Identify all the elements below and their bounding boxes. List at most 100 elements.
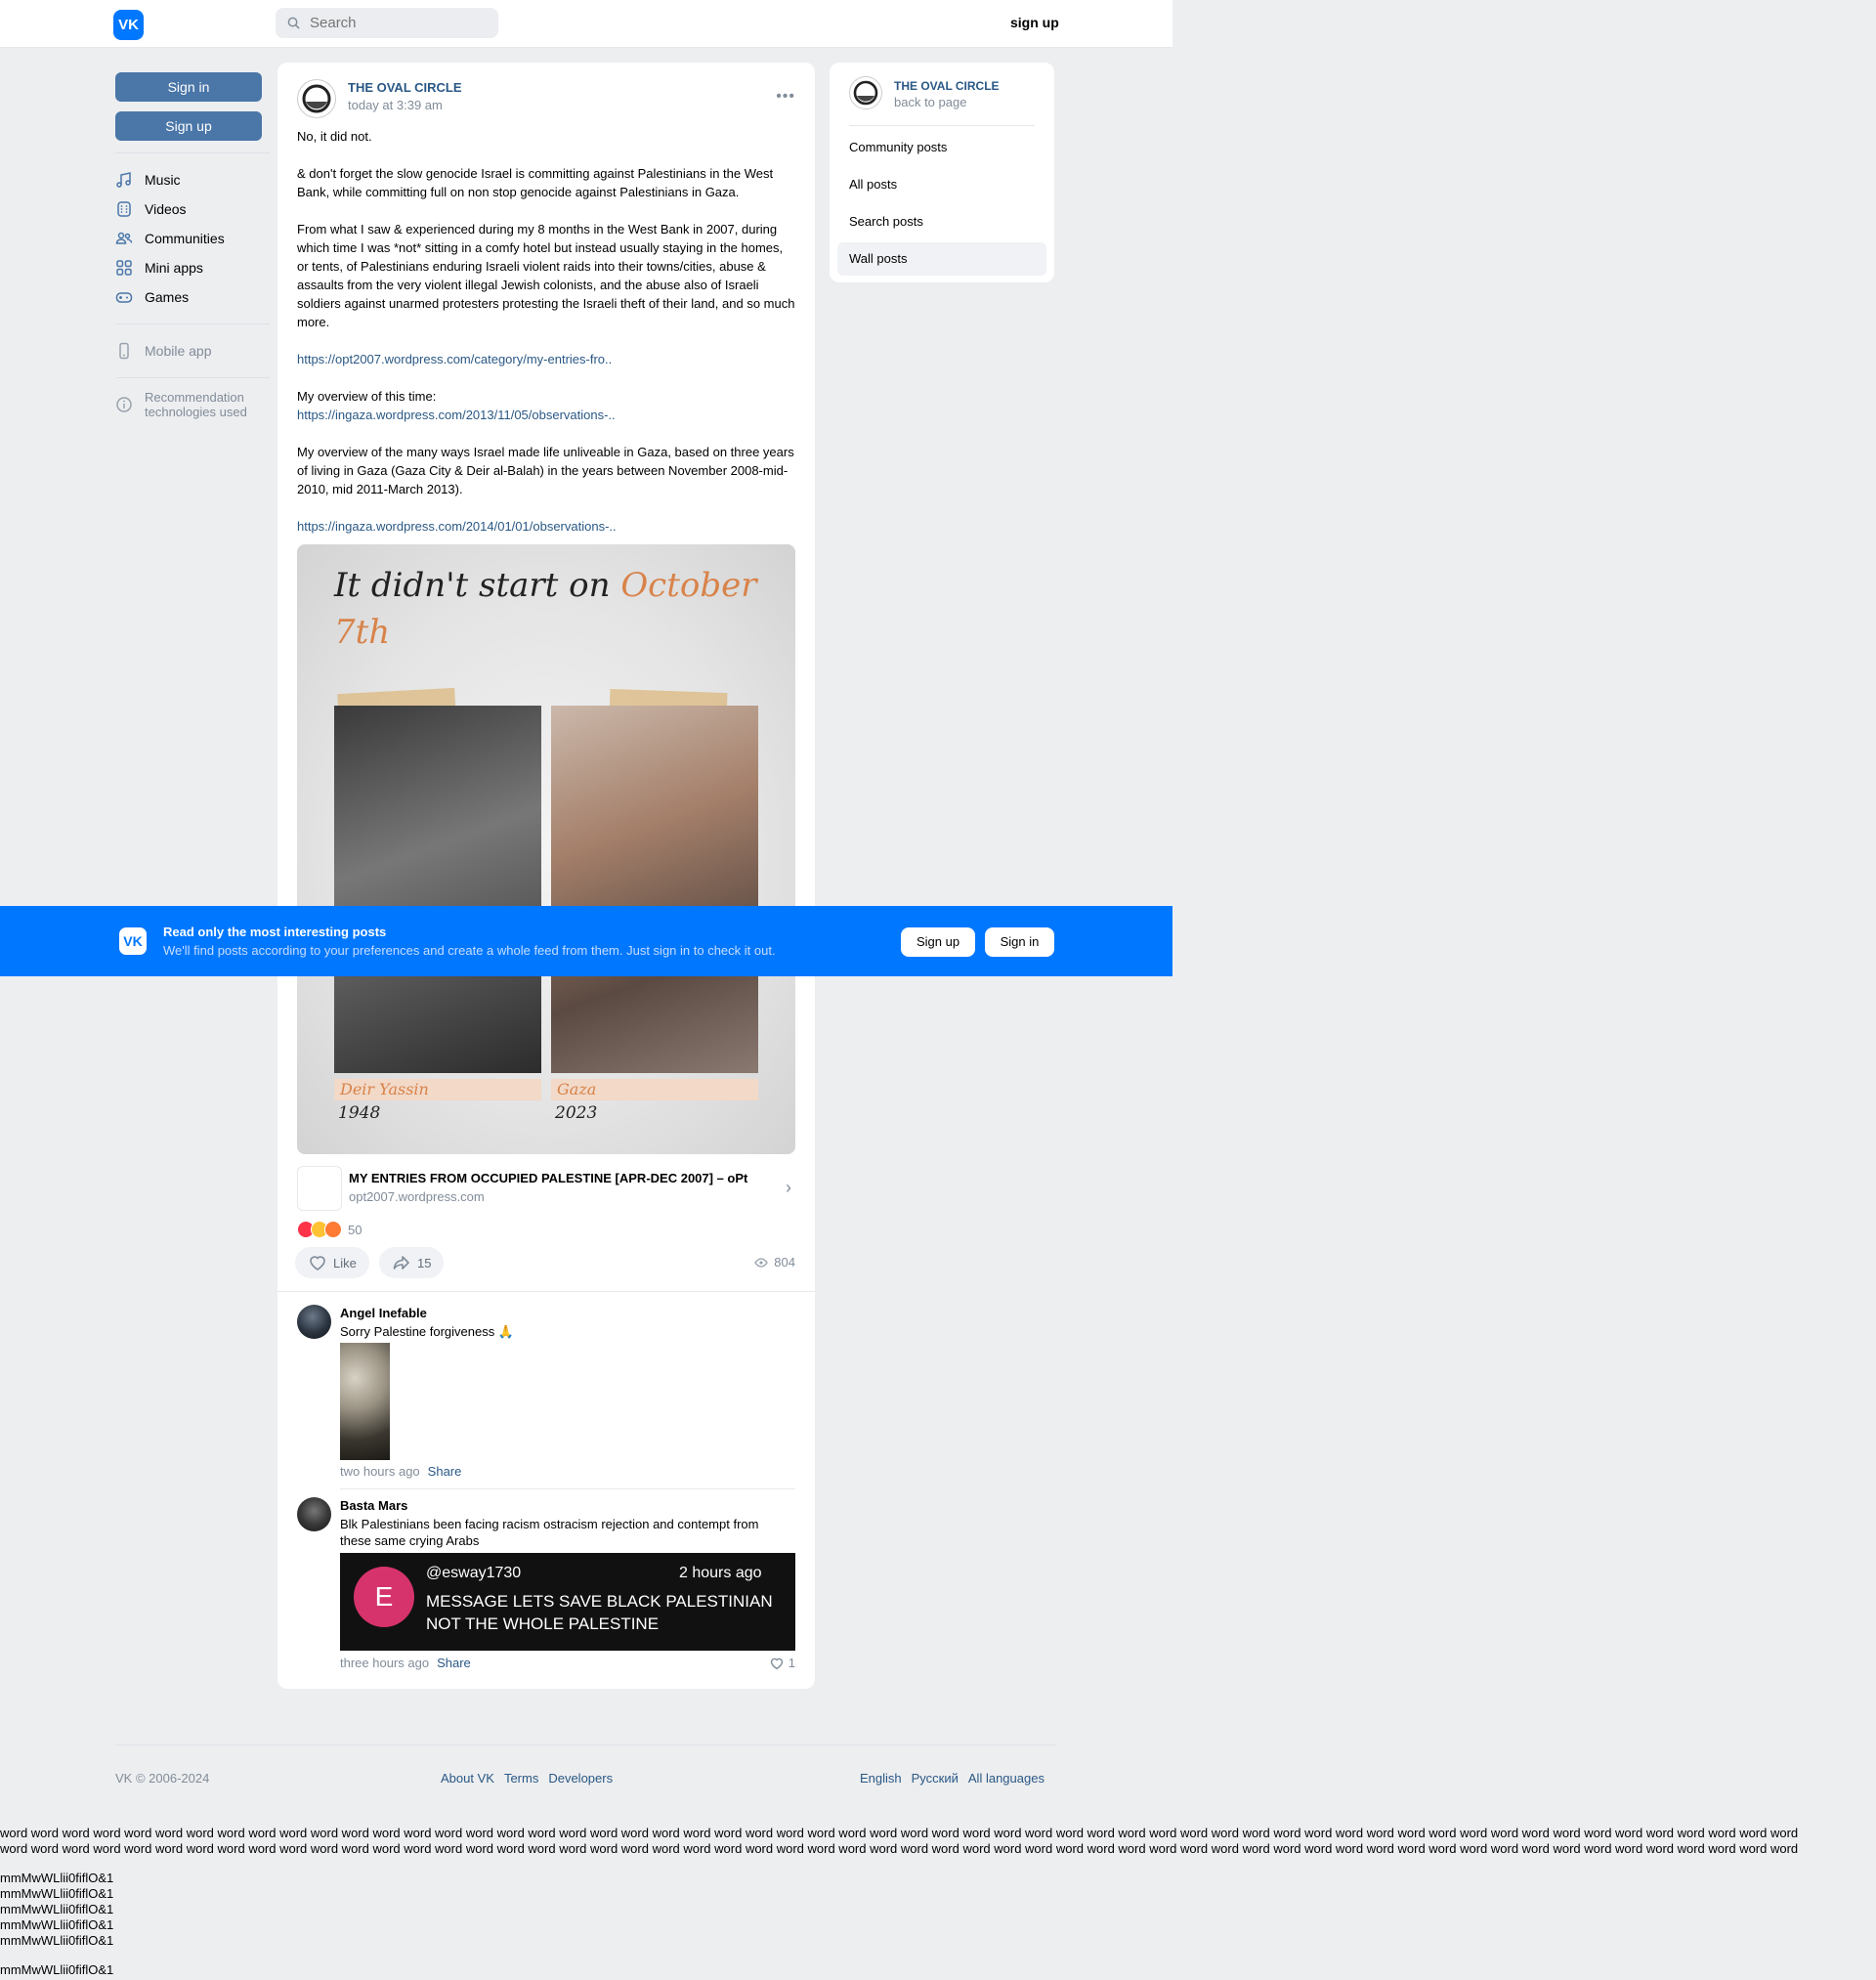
- footer-russian-link[interactable]: Русский: [912, 1771, 959, 1786]
- comment-share-link[interactable]: Share: [428, 1464, 462, 1479]
- left-sidebar: Sign in Sign up Music Videos Communities…: [115, 72, 270, 425]
- post-paragraph: My overview of this time:: [297, 389, 437, 404]
- community-avatar: [849, 76, 882, 109]
- sidebar-divider: [115, 323, 270, 324]
- footer-copyright: VK © 2006-2024: [115, 1771, 210, 1786]
- right-menu: THE OVAL CIRCLE back to page Community p…: [830, 63, 1054, 282]
- games-icon: [115, 292, 133, 303]
- eye-icon: [754, 1257, 769, 1268]
- comment-text: Sorry Palestine forgiveness 🙏: [340, 1324, 515, 1339]
- probe-glyphs: mmMwWLlii0fiflO&1: [0, 1902, 114, 1916]
- caption-left: Deir Yassin: [334, 1079, 541, 1100]
- post-card: THE OVAL CIRCLE today at 3:39 am ••• No,…: [277, 63, 815, 1689]
- sidebar-item-label: Communities: [145, 231, 225, 246]
- comment-time[interactable]: two hours ago: [340, 1464, 420, 1479]
- link-snippet[interactable]: MY ENTRIES FROM OCCUPIED PALESTINE [APR-…: [297, 1166, 795, 1211]
- comment-image-screenshot[interactable]: E @esway1730 2 hours ago MESSAGE LETS SA…: [340, 1553, 795, 1651]
- sidebar-item-mini-apps[interactable]: Mini apps: [115, 253, 270, 282]
- chevron-right-icon: ›: [786, 1178, 791, 1197]
- post-image[interactable]: It didn't start on October 7th Deir Yass…: [297, 544, 795, 1154]
- share-button[interactable]: 15: [379, 1247, 445, 1278]
- post-link[interactable]: https://ingaza.wordpress.com/2014/01/01/…: [297, 519, 617, 534]
- footer-about-link[interactable]: About VK: [441, 1771, 494, 1786]
- commenter-name[interactable]: Basta Mars: [340, 1498, 407, 1513]
- embed-avatar: E: [354, 1567, 414, 1627]
- sidebar-item-music[interactable]: Music: [115, 165, 270, 194]
- comments-divider: [277, 1291, 815, 1292]
- sidebar-item-videos[interactable]: Videos: [115, 194, 270, 224]
- menu-search-posts[interactable]: Search posts: [837, 205, 1046, 238]
- top-bar: VK sign up: [0, 0, 1172, 48]
- menu-wall-posts[interactable]: Wall posts: [837, 242, 1046, 276]
- embed-message: MESSAGE LETS SAVE BLACK PALESTINIAN NOT …: [426, 1592, 773, 1633]
- heart-icon: [310, 1256, 325, 1270]
- oval-circle-logo-icon: [302, 84, 331, 113]
- probe-glyphs: mmMwWLlii0fiflO&1: [0, 1886, 114, 1901]
- menu-all-posts[interactable]: All posts: [837, 168, 1046, 201]
- mini-apps-icon: [116, 260, 132, 276]
- footer-terms-link[interactable]: Terms: [504, 1771, 538, 1786]
- sidebar-item-communities[interactable]: Communities: [115, 224, 270, 253]
- share-icon: [393, 1256, 409, 1270]
- banner-sign-in-button[interactable]: Sign in: [985, 927, 1054, 957]
- link-host: opt2007.wordpress.com: [349, 1189, 485, 1204]
- sign-up-button[interactable]: Sign up: [115, 111, 262, 141]
- signin-banner: VK Read only the most interesting posts …: [0, 906, 1172, 976]
- sidebar-item-label: Recommendation technologies used: [145, 390, 247, 419]
- banner-sign-up-button[interactable]: Sign up: [901, 927, 975, 957]
- search-input[interactable]: [308, 14, 488, 32]
- image-title-part: 7th: [334, 613, 391, 652]
- reactions-summary[interactable]: 50: [297, 1220, 362, 1239]
- vk-logo[interactable]: VK: [113, 10, 144, 40]
- like-label: Like: [333, 1255, 357, 1270]
- angry-reaction-icon: [324, 1221, 342, 1238]
- probe-glyphs: mmMwWLlii0fiflO&1: [0, 1933, 114, 1948]
- post-header: THE OVAL CIRCLE today at 3:39 am •••: [297, 76, 795, 119]
- recent-photo: [551, 706, 758, 1073]
- commenter-name[interactable]: Angel Inefable: [340, 1306, 427, 1320]
- community-avatar[interactable]: [297, 79, 336, 118]
- comment-meta: three hours ago Share: [340, 1656, 471, 1670]
- comment: Angel Inefable Sorry Palestine forgivene…: [297, 1305, 795, 1483]
- header-signup-link[interactable]: sign up: [1010, 15, 1059, 30]
- comment-time[interactable]: three hours ago: [340, 1656, 429, 1670]
- comment-like-button[interactable]: 1: [769, 1656, 795, 1670]
- probe-glyphs: mmMwWLlii0fiflO&1: [0, 1917, 114, 1932]
- footer-all-languages-link[interactable]: All languages: [968, 1771, 1045, 1786]
- like-button[interactable]: Like: [295, 1247, 369, 1278]
- comment-image-roses[interactable]: [340, 1343, 390, 1460]
- post-actions: Like 15 804: [295, 1247, 795, 1280]
- sidebar-item-recommendation[interactable]: Recommendation technologies used: [115, 390, 270, 425]
- commenter-avatar[interactable]: [297, 1497, 331, 1531]
- sidebar-item-mobile-app[interactable]: Mobile app: [115, 336, 270, 366]
- search-box[interactable]: [276, 8, 498, 38]
- sidebar-item-games[interactable]: Games: [115, 282, 270, 312]
- probe-words-line: word word word word word word word word …: [0, 1841, 1799, 1856]
- community-link[interactable]: THE OVAL CIRCLE back to page: [849, 76, 1035, 126]
- comment-share-link[interactable]: Share: [437, 1656, 471, 1670]
- back-to-page: back to page: [894, 95, 967, 109]
- footer-developers-link[interactable]: Developers: [548, 1771, 613, 1786]
- post-paragraph: My overview of the many ways Israel made…: [297, 445, 798, 496]
- heart-icon: [770, 1657, 783, 1669]
- share-count: 15: [417, 1255, 432, 1270]
- sidebar-item-label: Videos: [145, 201, 187, 217]
- more-options-icon[interactable]: •••: [776, 88, 795, 106]
- post-link[interactable]: https://opt2007.wordpress.com/category/m…: [297, 352, 612, 366]
- embed-handle: @esway1730: [426, 1565, 522, 1581]
- views-count: 804: [774, 1255, 795, 1270]
- footer-english-link[interactable]: English: [860, 1771, 902, 1786]
- reactions-count: 50: [348, 1222, 362, 1237]
- videos-icon: [117, 201, 131, 217]
- post-link[interactable]: https://ingaza.wordpress.com/2013/11/05/…: [297, 408, 616, 422]
- probe-glyphs: mmMwWLlii0fiflO&1: [0, 1962, 114, 1977]
- post-author[interactable]: THE OVAL CIRCLE: [348, 80, 462, 95]
- sidebar-item-label: Games: [145, 289, 190, 305]
- banner-subtitle: We'll find posts according to your prefe…: [163, 943, 776, 958]
- sidebar-divider: [115, 377, 270, 378]
- post-date[interactable]: today at 3:39 am: [348, 98, 443, 112]
- menu-community-posts[interactable]: Community posts: [837, 131, 1046, 164]
- commenter-avatar[interactable]: [297, 1305, 331, 1339]
- sidebar-item-label: Music: [145, 172, 181, 188]
- sign-in-button[interactable]: Sign in: [115, 72, 262, 102]
